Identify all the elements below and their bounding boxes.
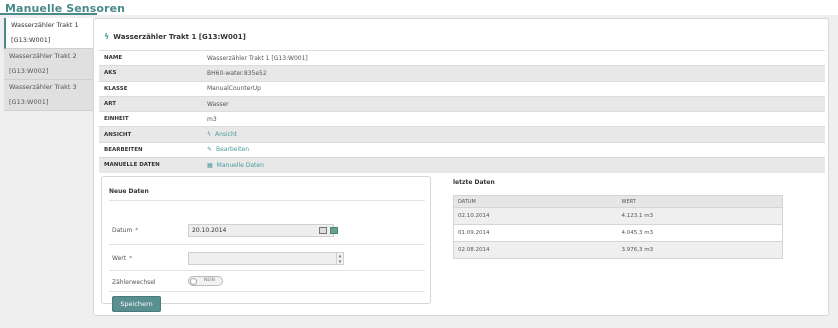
info-label: NAME xyxy=(99,49,199,66)
info-value: m3 xyxy=(199,111,825,127)
form-divider xyxy=(109,200,425,201)
info-label: KLASSE xyxy=(99,80,199,97)
sensor-info-table: NAME Wasserzähler Trakt 1 [G13:W001] AKS… xyxy=(99,49,825,173)
bolt-icon: ϟ xyxy=(104,32,110,41)
view-link[interactable]: ϟ Ansicht xyxy=(199,126,825,143)
last-data-table: DATUM WERT 02.10.2014 4.123,1 m3 01.09.2… xyxy=(453,195,783,259)
column-header-datum: DATUM xyxy=(453,195,618,208)
info-value: BH60-water.835e52 xyxy=(199,65,825,82)
info-label: BEARBEITEN xyxy=(99,141,199,158)
toggle-knob xyxy=(190,278,197,285)
new-data-form: Neue Daten Datum * 20.10.2014 Wert * ▲ ▼ Zä… xyxy=(101,176,431,312)
bolt-icon: ϟ xyxy=(207,131,211,139)
table-row: 02.08.2014 3.976,3 m3 xyxy=(453,241,783,259)
title-underline xyxy=(0,13,97,15)
calendar-icon[interactable] xyxy=(319,227,327,234)
info-label: ANSICHT xyxy=(99,126,199,143)
info-label: AKS xyxy=(99,65,199,82)
tab-sensor-3[interactable]: Wasserzähler Trakt 3 [G13:W001] xyxy=(4,80,93,111)
section-title-text: Wasserzähler Trakt 1 [G13:W001] xyxy=(113,33,246,41)
table-header: DATUM WERT xyxy=(453,195,783,208)
info-value: Wasserzähler Trakt 1 [G13:W001] xyxy=(199,49,825,66)
edit-icon: ✎ xyxy=(207,146,213,154)
tab-label: Wasserzähler Trakt 1 xyxy=(11,21,79,29)
cell-wert: 4.123,1 m3 xyxy=(617,207,783,225)
edit-link[interactable]: ✎ Bearbeiten xyxy=(199,141,825,158)
value-stepper[interactable]: ▲ ▼ xyxy=(336,252,344,265)
tab-label: Wasserzähler Trakt 3 xyxy=(9,83,77,91)
wert-label: Wert * xyxy=(112,255,133,262)
datum-label: Datum * xyxy=(112,227,139,234)
info-label: MANUELLE DATEN xyxy=(99,157,199,173)
manual-data-link[interactable]: ▦ Manuelle Daten xyxy=(199,157,825,173)
info-row-aks: AKS BH60-water.835e52 xyxy=(99,65,825,82)
last-data-title: letzte Daten xyxy=(453,179,495,186)
tab-code: [G13:W002] xyxy=(9,67,49,75)
tab-sensor-2[interactable]: Wasserzähler Trakt 2 [G13:W002] xyxy=(4,49,93,80)
info-label: EINHEIT xyxy=(99,111,199,127)
cell-datum: 02.08.2014 xyxy=(453,241,618,259)
info-row-klasse: KLASSE ManualCounterUp xyxy=(99,80,825,97)
info-label: ART xyxy=(99,95,199,112)
info-row-manuelle-daten: MANUELLE DATEN ▦ Manuelle Daten xyxy=(99,157,825,173)
cell-datum: 01.09.2014 xyxy=(453,224,618,242)
zaehlerwechsel-label: Zählerwechsel xyxy=(112,279,156,286)
info-value: Wasser xyxy=(199,95,825,112)
cell-wert: 4.045,3 m3 xyxy=(617,224,783,242)
section-title: ϟ Wasserzähler Trakt 1 [G13:W001] xyxy=(104,32,246,41)
cell-wert: 3.976,3 m3 xyxy=(617,241,783,259)
table-icon: ▦ xyxy=(207,161,213,169)
datum-input[interactable]: 20.10.2014 xyxy=(188,224,334,237)
info-row-bearbeiten: BEARBEITEN ✎ Bearbeiten xyxy=(99,141,825,158)
form-divider xyxy=(109,291,425,292)
tab-label: Wasserzähler Trakt 2 xyxy=(9,52,77,60)
sensor-detail-panel: ϟ Wasserzähler Trakt 1 [G13:W001] NAME Wa… xyxy=(93,18,829,316)
cell-datum: 02.10.2014 xyxy=(453,207,618,225)
toggle-text: NEIN xyxy=(204,278,215,283)
wert-input[interactable] xyxy=(188,252,338,265)
table-row: 01.09.2014 4.045,3 m3 xyxy=(453,224,783,242)
form-divider xyxy=(109,244,425,245)
form-divider xyxy=(109,270,425,271)
save-button[interactable]: Speichern xyxy=(112,296,161,312)
sensor-tabs: Wasserzähler Trakt 1 [G13:W001] Wasserzä… xyxy=(4,18,93,111)
table-row: 02.10.2014 4.123,1 m3 xyxy=(453,207,783,225)
meter-change-toggle[interactable]: NEIN xyxy=(188,276,223,286)
column-header-wert: WERT xyxy=(617,195,783,208)
info-row-art: ART Wasser xyxy=(99,95,825,112)
tab-code: [G13:W001] xyxy=(9,98,49,106)
tab-code: [G13:W001] xyxy=(11,36,51,44)
info-value: ManualCounterUp xyxy=(199,80,825,97)
tab-sensor-1[interactable]: Wasserzähler Trakt 1 [G13:W001] xyxy=(4,18,93,49)
calendar-pick-icon[interactable] xyxy=(330,227,338,234)
info-row-einheit: EINHEIT m3 xyxy=(99,111,825,127)
form-title: Neue Daten xyxy=(109,188,149,195)
info-row-ansicht: ANSICHT ϟ Ansicht xyxy=(99,126,825,143)
info-row-name: NAME Wasserzähler Trakt 1 [G13:W001] xyxy=(99,49,825,66)
